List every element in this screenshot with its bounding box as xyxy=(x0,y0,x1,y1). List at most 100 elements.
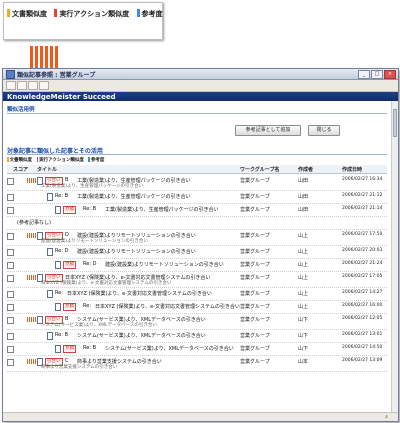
row-author: 山上 xyxy=(298,304,309,310)
back-icon[interactable] xyxy=(6,81,16,90)
table-row[interactable]: 見積 Re: B システム(サービス業)より、XMLデータベースの引き合い 営業グルー… xyxy=(7,343,387,356)
row-checkbox[interactable] xyxy=(7,317,14,324)
refresh-icon[interactable] xyxy=(39,81,49,90)
close-window-button[interactable]: × xyxy=(384,70,396,79)
row-title-link: (参考記事なし) xyxy=(17,220,51,226)
row-checkbox[interactable] xyxy=(7,249,14,256)
row-checkbox[interactable] xyxy=(7,233,14,240)
document-icon xyxy=(55,206,61,214)
document-icon xyxy=(47,248,53,256)
table-row[interactable]: 引合い C 商事より営業支援システムの引き合い 商事より営業支援システムの引き合い 営業… xyxy=(7,356,387,372)
row-author: 山田 xyxy=(298,178,309,184)
table-row[interactable]: Re: 日本XYZ (保険業)より、e-文書対応文書管理システムの引き合い 営業グル… xyxy=(7,288,387,301)
row-workgroup: 営業グループ xyxy=(240,333,270,339)
forward-icon[interactable] xyxy=(17,81,27,90)
row-workgroup: 営業グループ xyxy=(240,317,270,323)
table-row[interactable]: 見積 Re: 日本XYZ (保険業)より、e-文書対応文書管理システムの引き合い 営業… xyxy=(7,301,387,314)
row-checkbox[interactable] xyxy=(7,207,14,214)
table-row[interactable]: 見積 Re: B 工業(製造業)より、生産管理パッケージの引き合い 営業グループ 山田 2… xyxy=(7,204,387,217)
table-row[interactable]: 引合い B 工業(製造業)より、生産管理パッケージの引き合い 工業(製造業)より、生産… xyxy=(7,175,387,191)
table-row[interactable]: Re: B 工業(製造業)より、生産管理パッケージの引き合い 営業グループ 山田 200… xyxy=(7,191,387,204)
breadcrumb[interactable]: 類似活用例 xyxy=(7,105,35,113)
row-title-link[interactable]: 建設(建設業)よりリモートソリューションの引き合い xyxy=(77,248,196,255)
callout-similarity-bars xyxy=(30,46,60,70)
row-checkbox[interactable] xyxy=(7,333,14,340)
row-title-link[interactable]: 工業(製造業)より、生産管理パッケージの引き合い xyxy=(105,206,219,213)
stop-icon[interactable] xyxy=(28,81,38,90)
row-date: 2006/02/27 16:00 xyxy=(342,303,383,308)
row-checkbox[interactable] xyxy=(7,275,14,282)
row-title-link[interactable]: 工業(製造業)より、生産管理パッケージの引き合い xyxy=(77,193,191,200)
row-author: 山上 xyxy=(298,275,309,281)
row-title-link[interactable]: 日本XYZ (保険業)より、e-文書対応文書管理システムの引き合い xyxy=(95,303,240,310)
table-row[interactable]: Re: D 建設(建設業)よりリモートソリューションの引き合い 営業グループ 山上 20… xyxy=(7,246,387,259)
row-author: 山上 xyxy=(298,291,309,297)
row-summary: 工業(製造業)より、生産管理パッケージの引き合い xyxy=(41,184,144,189)
row-checkbox[interactable] xyxy=(7,359,14,366)
category-tag: 見積 xyxy=(63,206,76,214)
table-row[interactable]: 引合い 日本XYZ (保険業)より、e-文書対応文書管理システムの引き合い 日本XYZ… xyxy=(7,272,387,288)
row-checkbox[interactable] xyxy=(7,262,14,269)
row-workgroup: 営業グループ xyxy=(240,346,270,352)
row-author: 山下 xyxy=(298,317,309,323)
row-marker: Re: B xyxy=(83,345,97,351)
row-checkbox[interactable] xyxy=(7,346,14,353)
row-author: 山上 xyxy=(298,262,309,268)
row-date: 2006/02/27 21:14 xyxy=(342,206,383,211)
row-checkbox[interactable] xyxy=(7,194,14,201)
mini-legend-reference: 参考度 xyxy=(90,158,105,163)
header-author[interactable]: 作成者 xyxy=(298,166,313,173)
row-checkbox[interactable] xyxy=(7,291,14,298)
add-reference-button[interactable]: 参考記事として追加 xyxy=(235,125,301,136)
row-workgroup: 営業グループ xyxy=(240,275,270,281)
vertical-scrollbar[interactable] xyxy=(391,101,398,412)
header-title[interactable]: タイトル xyxy=(37,166,57,173)
table-row[interactable]: 引合い B システム(サービス業)より、XMLデータベースの引き合い システム(サービ… xyxy=(7,314,387,330)
row-title-link[interactable]: システム(サービス業)より、XMLデータベースの引き合い xyxy=(105,345,234,352)
table-header: スコア タイトル ワークグループ名 作成者 作成日時 xyxy=(7,165,387,174)
table-row[interactable]: (参考記事なし) xyxy=(7,217,387,230)
row-marker: Re: B xyxy=(55,332,69,338)
row-author: 山田 xyxy=(298,207,309,213)
header-score[interactable]: スコア xyxy=(13,166,28,173)
category-tag: 見積 xyxy=(63,261,76,269)
row-date: 2006/02/27 17:05 xyxy=(342,274,383,279)
table-row[interactable]: Re: B システム(サービス業)より、XMLデータベースの引き合い 営業グループ 山… xyxy=(7,330,387,343)
row-workgroup: 営業グループ xyxy=(240,262,270,268)
header-created[interactable]: 作成日時 xyxy=(342,166,362,173)
scrollbar-thumb[interactable] xyxy=(393,109,397,137)
row-checkbox[interactable] xyxy=(7,178,14,185)
header-workgroup[interactable]: ワークグループ名 xyxy=(240,166,280,173)
row-summary: システム(サービス業)より、XMLデータベースの引き合い xyxy=(41,323,157,328)
table-row[interactable]: 見積 Re: D 建設(建設業)よりリモートソリューションの引き合い 営業グループ 山上… xyxy=(7,259,387,272)
close-button[interactable]: 閉じる xyxy=(308,125,340,136)
row-summary: 商事より営業支援システムの引き合い xyxy=(41,365,118,370)
row-date: 2006/02/27 21:24 xyxy=(342,261,383,266)
row-checkbox[interactable] xyxy=(7,304,14,311)
row-workgroup: 営業グループ xyxy=(240,249,270,255)
browser-toolbar xyxy=(3,80,398,92)
title-bar: 類似記事参照 : 営業グループ _ □ × xyxy=(3,69,398,80)
row-summary: 日本XYZ (保険業)より、e-文書対応文書管理システムの引き合い xyxy=(41,281,172,286)
row-title-link[interactable]: 建設(建設業)よりリモートソリューションの引き合い xyxy=(105,261,224,268)
table-row[interactable]: 引合い D 建設(建設業)よりリモートソリューションの引き合い 建設(建設業)よりリモ… xyxy=(7,230,387,246)
row-date: 2006/02/27 14:50 xyxy=(342,345,383,350)
row-marker: Re: D xyxy=(55,248,69,254)
maximize-button[interactable]: □ xyxy=(371,70,383,79)
row-date: 2006/02/27 12:05 xyxy=(342,316,383,321)
row-workgroup: 営業グループ xyxy=(240,178,270,184)
row-title-link[interactable]: 日本XYZ (保険業)より、e-文書対応文書管理システムの引き合い xyxy=(67,290,212,297)
row-marker: Re: xyxy=(55,290,64,296)
row-marker: Re: B xyxy=(55,193,69,199)
row-author: 山上 xyxy=(298,249,309,255)
row-date: 2006/02/27 13:01 xyxy=(342,332,383,337)
zoom-icon[interactable]: ⌕ xyxy=(385,414,388,420)
row-marker: Re: xyxy=(83,303,92,309)
row-author: 山本 xyxy=(298,359,309,365)
document-icon xyxy=(47,332,53,340)
minimize-button[interactable]: _ xyxy=(358,70,370,79)
mini-legend: 文書類似度 実行アクション類似度 参考度 xyxy=(7,157,104,163)
row-title-link[interactable]: システム(サービス業)より、XMLデータベースの引き合い xyxy=(77,332,206,339)
row-workgroup: 営業グループ xyxy=(240,194,270,200)
row-date: 2006/02/27 13:09 xyxy=(342,358,383,363)
